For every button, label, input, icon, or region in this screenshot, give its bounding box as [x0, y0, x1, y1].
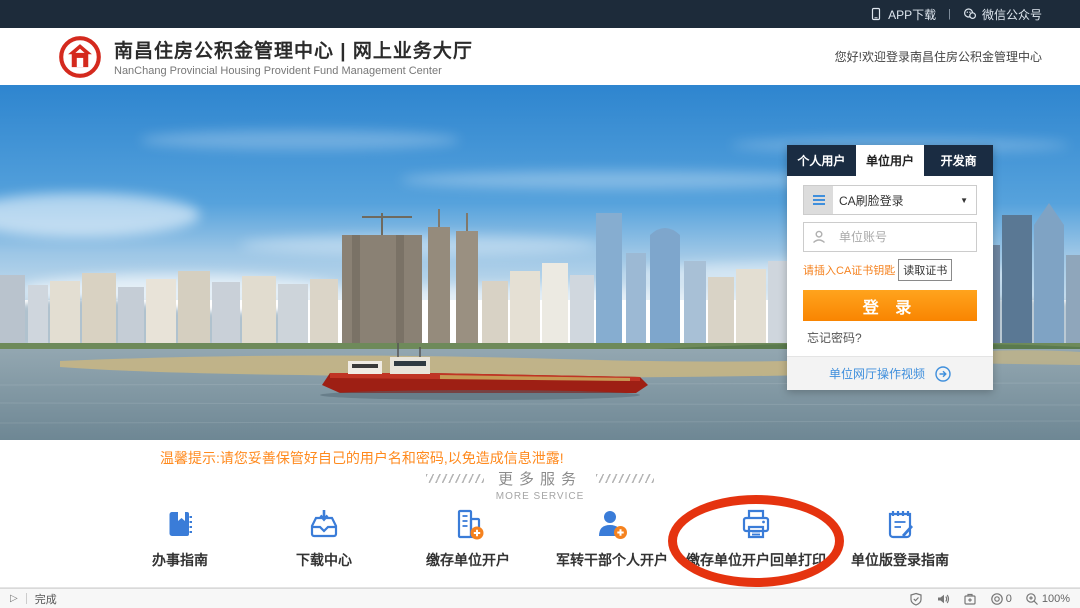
status-left: ▷ 完成: [10, 591, 57, 607]
more-service-header: 更多服务 MORE SERVICE: [0, 468, 1080, 502]
blocked-count: 0: [1006, 593, 1012, 605]
zoom-control[interactable]: 100%: [1025, 592, 1070, 606]
service-item-download[interactable]: 下载中心: [252, 506, 396, 570]
list-icon: [804, 186, 833, 214]
ca-hint-row: 请插入CA证书钥匙 读取证书: [803, 259, 977, 281]
app-download-label: APP下载: [888, 6, 936, 23]
person-plus-icon: [594, 506, 630, 542]
guide-icon: [882, 506, 918, 542]
tab-unit-user[interactable]: 单位用户: [856, 145, 925, 176]
service-item-unit-open[interactable]: 缴存单位开户: [396, 506, 540, 570]
service-label: 军转干部个人开户: [556, 550, 668, 570]
wechat-label: 微信公众号: [982, 6, 1042, 23]
video-link[interactable]: 单位网厅操作视频: [829, 365, 925, 382]
service-item-guide[interactable]: 办事指南: [108, 506, 252, 570]
wechat-icon: [963, 7, 977, 21]
slashes-decoration-left: [426, 474, 484, 483]
forgot-password-link[interactable]: 忘记密码?: [803, 321, 977, 356]
printer-icon: [738, 506, 774, 542]
building-plus-icon: [450, 506, 486, 542]
zoom-icon: [1025, 592, 1039, 606]
service-item-military-open[interactable]: 军转干部个人开户: [540, 506, 684, 570]
app-download-link[interactable]: APP下载: [869, 6, 936, 23]
block-badge-icon: [990, 592, 1004, 606]
service-label: 单位版登录指南: [851, 550, 949, 570]
blocked-counter[interactable]: 0: [990, 592, 1012, 606]
login-type-value: CA刷脸登录: [833, 192, 960, 209]
slashes-decoration-right: [596, 474, 654, 483]
page: APP下载 | 微信公众号 南昌住房公积金管理中心 | 网上业务大厅 NanCh…: [0, 0, 1080, 608]
status-right: 0 100%: [909, 592, 1070, 606]
service-label: 缴存单位开户回单打印: [686, 550, 826, 570]
login-form: CA刷脸登录 ▼ 请插入CA证书钥匙 读取证书 登 录 忘记密码?: [787, 176, 993, 356]
status-text: 完成: [35, 591, 57, 607]
account-field-row: [803, 222, 977, 252]
site-title: 南昌住房公积金管理中心 | 网上业务大厅: [114, 36, 835, 63]
topbar: APP下载 | 微信公众号: [0, 0, 1080, 28]
topbar-separator: |: [948, 8, 951, 20]
read-cert-button[interactable]: 读取证书: [898, 259, 952, 281]
chevron-down-icon: ▼: [960, 196, 976, 205]
tab-developer[interactable]: 开发商: [924, 145, 993, 176]
play-icon: ▷: [10, 593, 27, 604]
speaker-icon[interactable]: [936, 592, 950, 606]
services-section: 温馨提示:请您妥善保管好自己的用户名和密码,以免造成信息泄露! 更多服务 MOR…: [0, 440, 1080, 588]
service-label: 缴存单位开户: [426, 550, 510, 570]
wechat-link[interactable]: 微信公众号: [963, 6, 1042, 23]
tab-personal-user[interactable]: 个人用户: [787, 145, 856, 176]
account-input[interactable]: [833, 230, 976, 244]
more-service-subtitle: MORE SERVICE: [0, 491, 1080, 502]
service-item-receipt-print[interactable]: 缴存单位开户回单打印: [684, 506, 828, 570]
download-icon: [306, 506, 342, 542]
login-button[interactable]: 登 录: [803, 290, 977, 321]
phone-icon: [869, 7, 883, 21]
login-panel: 个人用户 单位用户 开发商 CA刷脸登录 ▼: [787, 145, 993, 390]
service-item-login-guide[interactable]: 单位版登录指南: [828, 506, 972, 570]
service-label: 办事指南: [152, 550, 208, 570]
more-service-title: 更多服务: [498, 468, 582, 489]
housing-fund-logo-icon: [58, 35, 102, 79]
welcome-text: 您好!欢迎登录南昌住房公积金管理中心: [835, 48, 1042, 65]
arrow-right-circle-icon[interactable]: [935, 366, 951, 382]
book-icon: [162, 506, 198, 542]
ca-hint-text: 请插入CA证书钥匙: [803, 262, 895, 278]
header-titles: 南昌住房公积金管理中心 | 网上业务大厅 NanChang Provincial…: [114, 36, 835, 77]
zoom-level: 100%: [1042, 593, 1070, 605]
services-row: 办事指南 下载中心 缴存单位开户: [0, 506, 1080, 570]
toolbox-icon[interactable]: [963, 592, 977, 606]
security-notice: 温馨提示:请您妥善保管好自己的用户名和密码,以免造成信息泄露!: [160, 448, 564, 468]
login-tabs: 个人用户 单位用户 开发商: [787, 145, 993, 176]
browser-statusbar: ▷ 完成 0 100%: [0, 588, 1080, 608]
hero-banner: 个人用户 单位用户 开发商 CA刷脸登录 ▼: [0, 85, 1080, 440]
login-type-select[interactable]: CA刷脸登录 ▼: [803, 185, 977, 215]
shield-check-icon[interactable]: [909, 592, 923, 606]
user-icon: [804, 223, 833, 251]
login-footer: 单位网厅操作视频: [787, 356, 993, 390]
header: 南昌住房公积金管理中心 | 网上业务大厅 NanChang Provincial…: [0, 28, 1080, 85]
site-subtitle: NanChang Provincial Housing Provident Fu…: [114, 65, 835, 77]
service-label: 下载中心: [296, 550, 352, 570]
